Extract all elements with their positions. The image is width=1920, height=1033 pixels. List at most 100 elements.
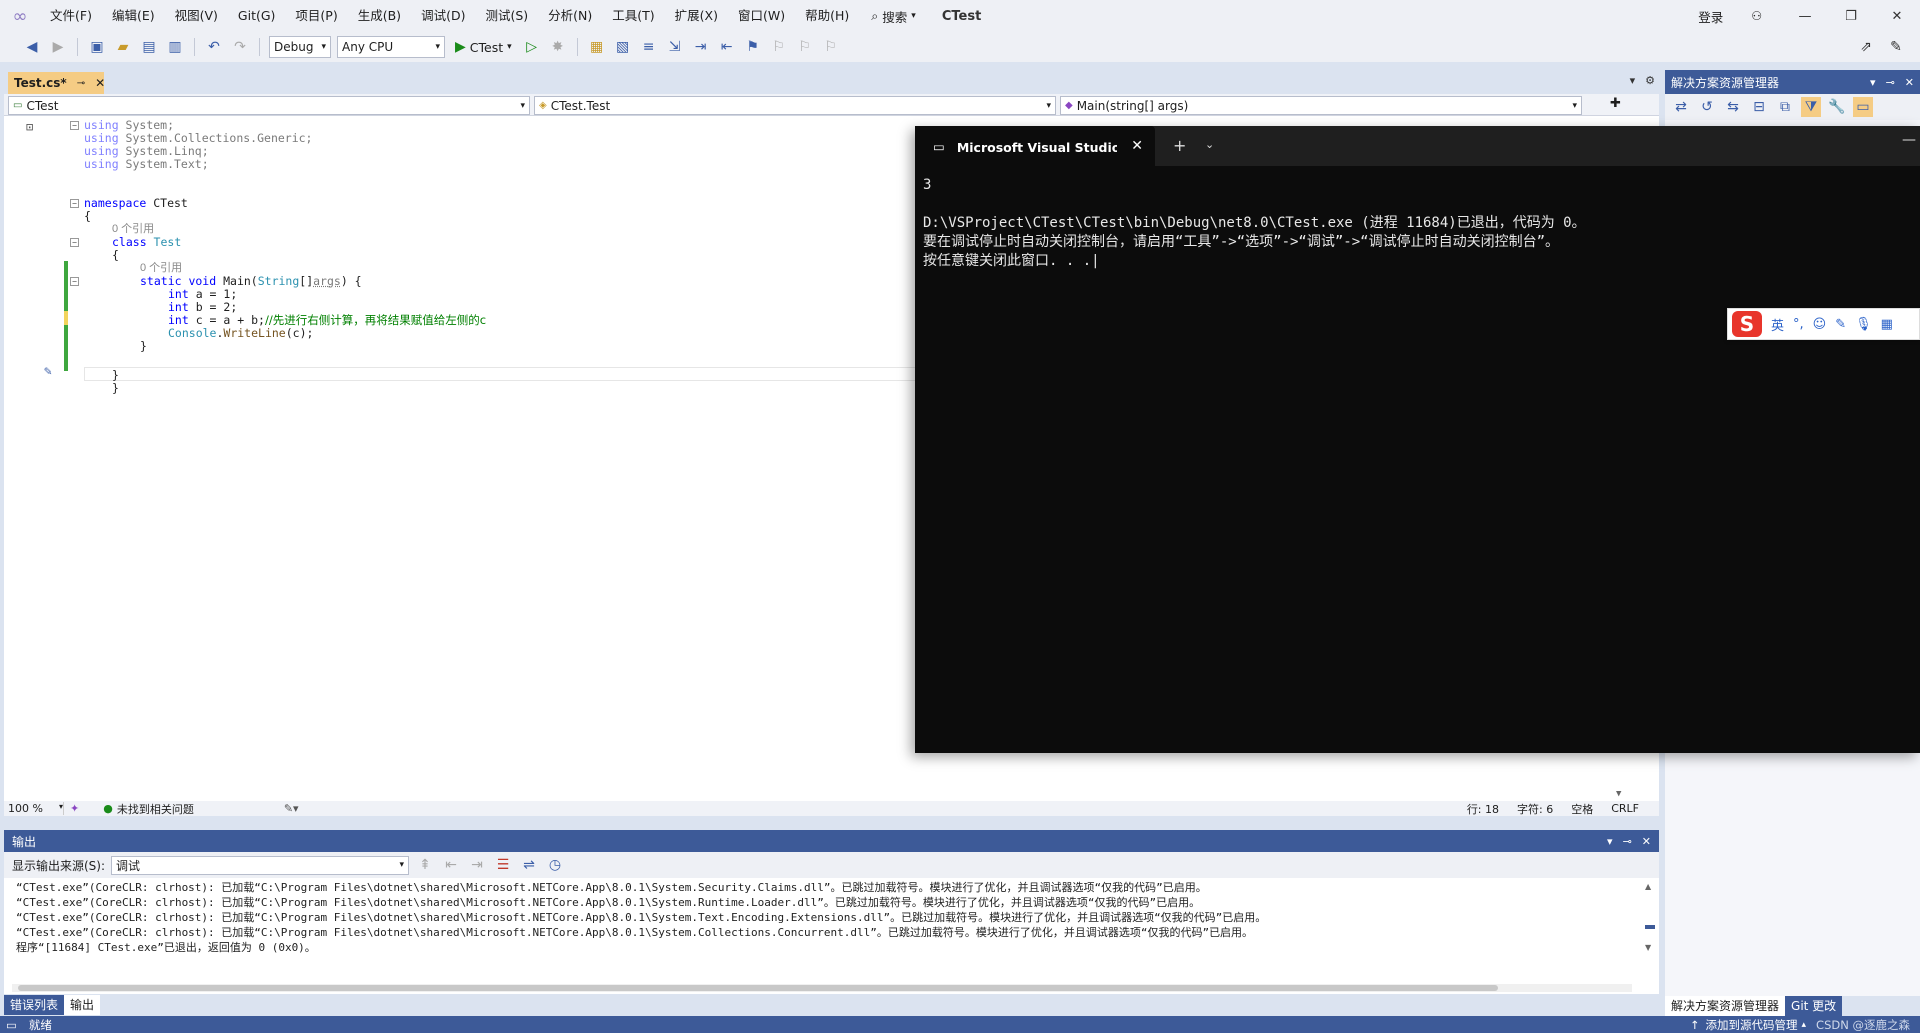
prev-bookmark-icon[interactable]: ⚐: [769, 37, 789, 57]
menu-test[interactable]: 测试(S): [475, 0, 538, 32]
fold-toggle[interactable]: −: [70, 238, 79, 247]
console-output[interactable]: 3 D:\VSProject\CTest\CTest\bin\Debug\net…: [915, 166, 1920, 281]
sync-icon[interactable]: ⇆: [1723, 97, 1743, 117]
fold-toggle[interactable]: −: [70, 199, 79, 208]
outdent-icon[interactable]: ⇤: [717, 37, 737, 57]
navigate-back-icon[interactable]: ◀: [22, 37, 42, 57]
undo-icon[interactable]: ↶: [204, 37, 224, 57]
close-icon[interactable]: ✕: [1905, 76, 1914, 89]
browse-icon[interactable]: ▦: [587, 37, 607, 57]
timestamp-icon[interactable]: ◷: [545, 855, 565, 875]
open-file-icon[interactable]: ▰: [113, 37, 133, 57]
minimize-button[interactable]: —: [1782, 0, 1828, 32]
minimize-button[interactable]: —: [1902, 132, 1916, 148]
tab-list-icon[interactable]: ▾: [1630, 74, 1636, 87]
properties-icon[interactable]: 🔧: [1827, 97, 1847, 117]
clear-all-icon[interactable]: ☰: [493, 855, 513, 875]
zoom-select[interactable]: 100 % ▾: [4, 802, 64, 815]
vertical-scrollbar[interactable]: ▲ ▼: [1645, 882, 1655, 982]
next-bookmark-icon[interactable]: ⚐: [795, 37, 815, 57]
close-button[interactable]: ✕: [1874, 0, 1920, 32]
next-message-icon[interactable]: ⇥: [467, 855, 487, 875]
step-icon[interactable]: ⇲: [665, 37, 685, 57]
menu-view[interactable]: 视图(V): [165, 0, 228, 32]
horizontal-scrollbar[interactable]: [12, 984, 1632, 992]
menu-edit[interactable]: 编辑(E): [102, 0, 165, 32]
ime-language-toggle[interactable]: 英: [1771, 315, 1784, 334]
pin-icon[interactable]: ⊸: [77, 78, 85, 89]
restore-button[interactable]: ❐: [1828, 0, 1874, 32]
account-icon[interactable]: ⚇: [1751, 9, 1762, 23]
preview-icon[interactable]: ▭: [1853, 97, 1873, 117]
new-project-icon[interactable]: ▣: [87, 37, 107, 57]
tab-solution-explorer[interactable]: 解决方案资源管理器: [1665, 996, 1786, 1016]
menu-analyze[interactable]: 分析(N): [538, 0, 602, 32]
punctuation-icon[interactable]: °,: [1793, 317, 1804, 332]
quick-actions-icon[interactable]: ⊡: [26, 120, 33, 134]
navigate-forward-icon[interactable]: ▶: [48, 37, 68, 57]
hot-reload-icon[interactable]: ✸: [548, 37, 568, 57]
menu-help[interactable]: 帮助(H): [795, 0, 859, 32]
new-tab-icon[interactable]: +: [1173, 136, 1186, 155]
split-window-icon[interactable]: ✚: [1610, 96, 1621, 111]
microphone-icon[interactable]: 🎙: [1855, 317, 1872, 332]
close-icon[interactable]: ✕: [1642, 835, 1651, 848]
line-ending[interactable]: CRLF: [1611, 802, 1639, 815]
menu-build[interactable]: 生成(B): [348, 0, 411, 32]
pin-icon[interactable]: ⊸: [1886, 76, 1895, 89]
menu-extensions[interactable]: 扩展(X): [665, 0, 728, 32]
collapse-all-icon[interactable]: ⊟: [1749, 97, 1769, 117]
tab-output[interactable]: 输出: [64, 995, 101, 1015]
menu-project[interactable]: 项目(P): [285, 0, 347, 32]
vertical-scroll-arrow-icon[interactable]: ▼: [1616, 789, 1621, 799]
tab-error-list[interactable]: 错误列表: [4, 995, 65, 1015]
sogou-logo-icon[interactable]: S: [1732, 311, 1762, 337]
comment-icon[interactable]: ≡: [639, 37, 659, 57]
prev-message-icon[interactable]: ⇤: [441, 855, 461, 875]
login-button[interactable]: 登录: [1698, 7, 1723, 26]
history-icon[interactable]: ↺: [1697, 97, 1717, 117]
project-dropdown[interactable]: ▭ CTest ▾: [8, 96, 530, 115]
start-debugging-button[interactable]: ▶ CTest ▾: [451, 39, 516, 55]
filter-icon[interactable]: ⧩: [1801, 97, 1821, 117]
menu-window[interactable]: 窗口(W): [728, 0, 795, 32]
menu-file[interactable]: 文件(F): [40, 0, 102, 32]
switch-views-icon[interactable]: ⇄: [1671, 97, 1691, 117]
pin-icon[interactable]: ⊸: [1623, 835, 1632, 848]
member-dropdown[interactable]: ◆ Main(string[] args) ▾: [1060, 96, 1582, 115]
close-tab-icon[interactable]: ✕: [1131, 138, 1143, 154]
start-without-debugging-icon[interactable]: ▷: [522, 37, 542, 57]
live-share-icon[interactable]: ⇗: [1856, 37, 1876, 57]
redo-icon[interactable]: ↷: [230, 37, 250, 57]
bookmark-icon[interactable]: ⚑: [743, 37, 763, 57]
indent-mode[interactable]: 空格: [1571, 801, 1593, 817]
emoji-icon[interactable]: ☺: [1813, 317, 1827, 332]
close-tab-icon[interactable]: ✕: [95, 76, 105, 90]
add-source-control-button[interactable]: 添加到源代码管理: [1706, 1017, 1798, 1033]
menu-git[interactable]: Git(G): [228, 0, 286, 32]
show-all-files-icon[interactable]: ⧉: [1775, 97, 1795, 117]
menu-debug[interactable]: 调试(D): [411, 0, 475, 32]
cleanup-icon[interactable]: ✎▾: [284, 802, 299, 815]
fold-toggle[interactable]: −: [70, 277, 79, 286]
output-source-select[interactable]: 调试 ▾: [111, 855, 410, 875]
intellicode-icon[interactable]: ✦: [70, 802, 79, 815]
console-tab[interactable]: ▭ Microsoft Visual Studio 调试控 ✕: [915, 126, 1155, 166]
indent-icon[interactable]: ⇥: [691, 37, 711, 57]
layout-icon[interactable]: ▧: [613, 37, 633, 57]
search-button[interactable]: ⌕ 搜索 ▾: [859, 0, 928, 32]
brush-icon[interactable]: ✎: [44, 364, 52, 379]
word-wrap-icon[interactable]: ⇌: [519, 855, 539, 875]
handwriting-icon[interactable]: ✎: [1835, 317, 1846, 332]
solution-platform-select[interactable]: Any CPU ▾: [337, 36, 445, 58]
save-icon[interactable]: ▤: [139, 37, 159, 57]
type-dropdown[interactable]: ◈ CTest.Test ▾: [534, 96, 1056, 115]
find-message-icon[interactable]: ⇞: [415, 855, 435, 875]
toolbox-icon[interactable]: ▦: [1881, 317, 1893, 332]
save-all-icon[interactable]: ▥: [165, 37, 185, 57]
menu-tools[interactable]: 工具(T): [602, 0, 664, 32]
settings-icon[interactable]: ⚙: [1645, 74, 1655, 87]
chevron-down-icon[interactable]: ⌄: [1205, 138, 1214, 151]
output-text[interactable]: “CTest.exe”(CoreCLR: clrhost): 已加载“C:\Pr…: [4, 878, 1659, 955]
chevron-down-icon[interactable]: ▾: [1607, 835, 1613, 848]
